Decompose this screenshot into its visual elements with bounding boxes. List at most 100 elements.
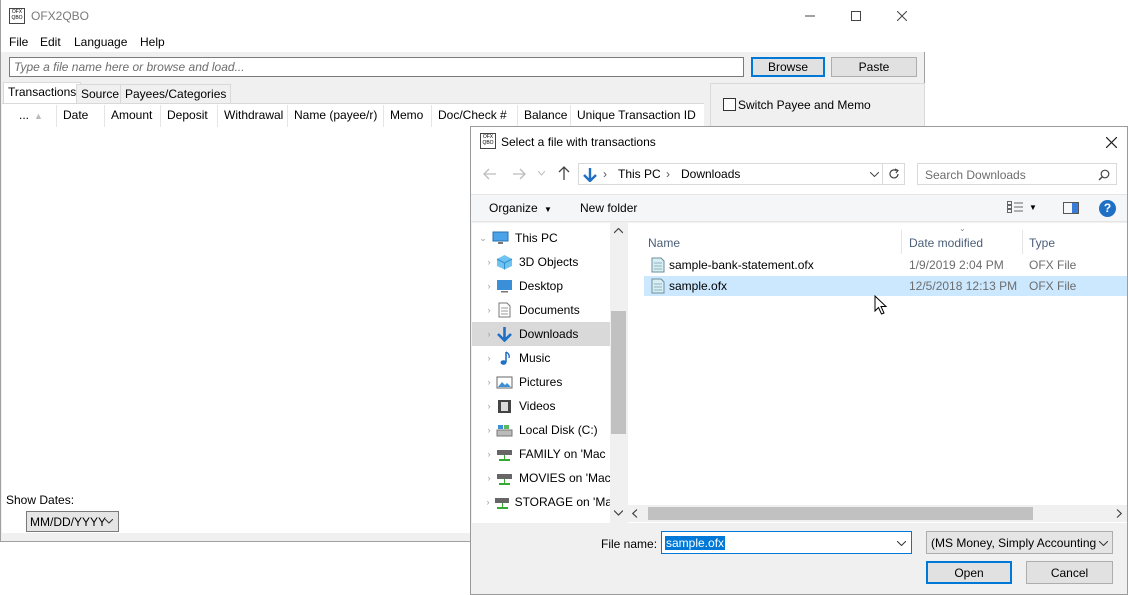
paste-button[interactable]: Paste [831,57,917,77]
cube-icon [496,255,513,270]
file-dialog: OFX QBO Select a file with transactions … [470,126,1128,595]
column-header-balance[interactable]: Balance [518,105,571,127]
open-button[interactable]: Open [926,561,1012,584]
dialog-close-button[interactable] [1101,132,1121,152]
menu-file[interactable]: File [9,35,28,49]
nav-item-downloads[interactable]: › Downloads [472,322,612,346]
tab-payees-categories[interactable]: Payees/Categories [120,84,232,103]
chevron-right-icon: › [487,449,491,459]
dialog-title-bar: OFX QBO Select a file with transactions [471,127,1127,157]
app-icon: OFX QBO [9,8,25,24]
nav-item-3d-objects[interactable]: › 3D Objects [472,250,612,274]
new-folder-button[interactable]: New folder [580,201,637,215]
chevron-right-icon: › [486,497,490,507]
nav-item-this-pc[interactable]: ⌄ This PC [472,226,612,250]
nav-item-documents[interactable]: › Documents [472,298,612,322]
column-header-index[interactable]: ... ▲ [13,105,57,127]
arrow-up-icon [558,166,570,180]
ofx-file-icon [651,257,665,273]
organize-button[interactable]: Organize ▼ [489,201,552,215]
computer-icon [492,231,509,244]
preview-pane-icon [1063,202,1079,214]
column-header-unique-id[interactable]: Unique Transaction ID [571,105,701,127]
file-type-value: (MS Money, Simply Accounting [931,536,1097,550]
column-header-name[interactable]: Name [648,230,902,254]
nav-item-label: Desktop [519,279,564,293]
file-name-label: File name: [601,537,658,551]
date-format-select[interactable]: MM/DD/YYYY [26,511,119,532]
column-header-memo[interactable]: Memo [384,105,432,127]
breadcrumb-this-pc[interactable]: This PC [618,167,661,181]
navigation-pane[interactable]: ⌄ This PC › 3D Objects › Desktop › Docum… [472,223,627,523]
title-bar: OFX QBO OFX2QBO [1,0,925,32]
search-input[interactable]: Search Downloads [917,163,1117,185]
nav-item-label: Downloads [519,327,579,341]
file-list-scrollbar-thumb[interactable] [648,507,1033,520]
change-view-button[interactable]: ▼ [1007,201,1037,213]
browse-button[interactable]: Browse [751,57,825,77]
column-header-deposit[interactable]: Deposit [161,105,218,127]
navigation-scrollbar[interactable] [610,223,627,523]
window-title: OFX2QBO [31,9,90,23]
close-icon [1105,136,1117,148]
cancel-button[interactable]: Cancel [1026,561,1113,584]
document-icon [498,302,511,318]
column-header-name[interactable]: Name (payee/r) [288,105,384,127]
column-header-withdrawal[interactable]: Withdrawal [218,105,288,127]
menu-help[interactable]: Help [140,35,165,49]
chevron-right-icon: › [487,329,491,339]
nav-item-pictures[interactable]: › Pictures [472,370,612,394]
nav-item-label: Local Disk (C:) [519,423,598,437]
show-dates-label: Show Dates: [6,493,75,507]
menu-language[interactable]: Language [74,35,127,49]
nav-item-storage[interactable]: › STORAGE on 'Ma [472,490,613,514]
close-button[interactable] [879,0,925,32]
up-button[interactable] [557,166,571,181]
file-row[interactable]: sample-bank-statement.ofx 1/9/2019 2:04 … [644,255,1127,275]
nav-item-desktop[interactable]: › Desktop [472,274,612,298]
column-header-date[interactable]: Date [57,105,105,127]
navigation-scrollbar-thumb[interactable] [611,311,626,434]
column-header-doc-check[interactable]: Doc/Check # [432,105,518,127]
recent-locations-button[interactable] [538,171,545,176]
nav-item-local-disk[interactable]: › Local Disk (C:) [472,418,612,442]
help-icon[interactable]: ? [1099,200,1116,217]
nav-item-videos[interactable]: › Videos [472,394,612,418]
file-name-field[interactable]: sample.ofx [661,531,912,554]
nav-item-family[interactable]: › FAMILY on 'Mac [472,442,612,466]
maximize-button[interactable] [833,0,879,32]
menu-edit[interactable]: Edit [40,35,61,49]
back-button[interactable] [483,167,497,181]
nav-item-movies[interactable]: › MOVIES on 'Mac [472,466,612,490]
address-bar[interactable]: › This PC › Downloads [578,163,883,185]
column-header-amount[interactable]: Amount [105,105,161,127]
switch-payee-memo-label: Switch Payee and Memo [738,98,871,112]
refresh-button[interactable] [883,163,905,185]
file-type-select[interactable]: (MS Money, Simply Accounting [926,531,1113,554]
tab-transactions[interactable]: Transactions [3,82,82,104]
chevron-right-icon: › [487,473,491,483]
tab-source[interactable]: Source [76,84,125,103]
sort-up-icon: ▲ [34,111,43,121]
music-icon [500,351,510,365]
file-name-input[interactable]: Type a file name here or browse and load… [9,57,744,77]
forward-button[interactable] [512,167,526,181]
nav-item-label: FAMILY on 'Mac [519,447,606,461]
disk-icon [496,424,513,436]
preview-pane-button[interactable] [1063,202,1079,214]
column-header-index-label: ... [19,108,30,122]
minimize-button[interactable] [787,0,833,32]
file-row-selected[interactable]: sample.ofx 12/5/2018 12:13 PM OFX File [644,276,1127,296]
column-header-date-modified[interactable]: Date modified [909,230,1023,254]
chevron-right-icon: › [487,257,491,267]
breadcrumb-downloads[interactable]: Downloads [681,167,740,181]
scroll-right-icon [1116,509,1122,518]
arrow-right-icon [513,168,526,180]
scroll-down-icon [614,510,623,516]
file-list-scrollbar[interactable] [628,505,1127,522]
caret-down-icon: ▼ [1029,202,1037,212]
column-header-type[interactable]: Type [1029,230,1127,254]
nav-item-music[interactable]: › Music [472,346,612,370]
menu-bar: File Edit Language Help [1,32,925,52]
switch-payee-memo-checkbox[interactable] [723,98,736,111]
